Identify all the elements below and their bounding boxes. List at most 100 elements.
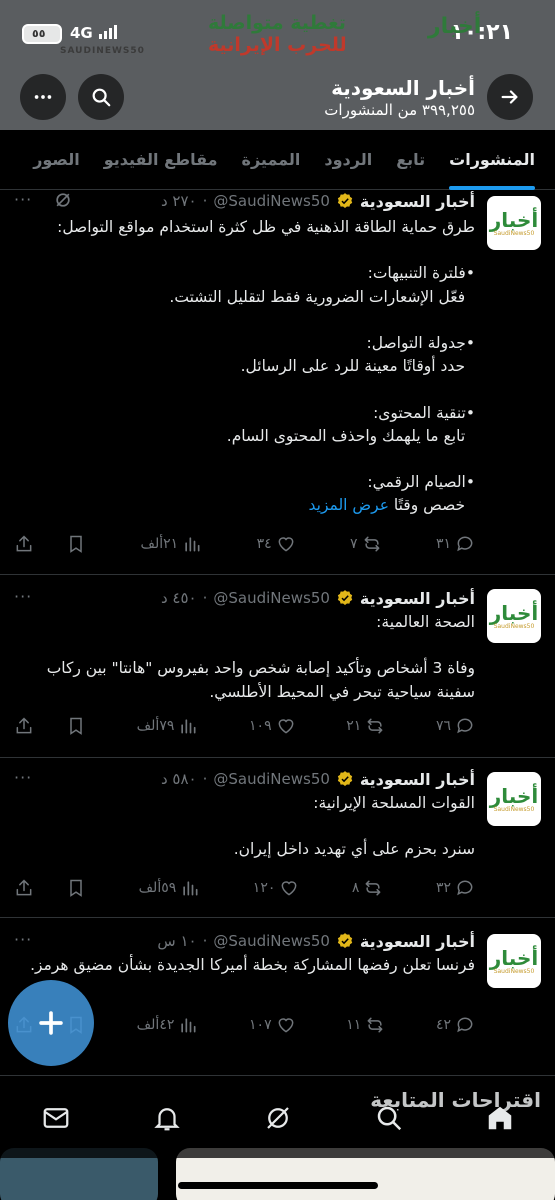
banner-brand: SAUDINEWS50: [60, 46, 145, 56]
reply-count: ٣٢: [435, 880, 451, 896]
messages-tab[interactable]: [39, 1101, 73, 1135]
post-time: ٤٥٠ د: [160, 589, 197, 607]
author-handle: @SaudiNews50: [213, 770, 330, 788]
post-actions: ٣١ ٧ ٣٤ ٢١ألف: [14, 532, 475, 556]
author-handle: @SaudiNews50: [213, 589, 330, 607]
view-count: ٥٩ألف: [138, 880, 177, 896]
more-button[interactable]: [20, 74, 66, 120]
share-button[interactable]: [14, 716, 34, 736]
post-more-icon[interactable]: ···: [14, 190, 32, 209]
post-more-icon[interactable]: ···: [14, 768, 32, 787]
post-body: فرنسا تعلن رفضها المشاركة بخطة أميركا ال…: [14, 954, 475, 977]
repost-button[interactable]: ٧: [350, 534, 382, 554]
bookmark-button[interactable]: [66, 716, 86, 736]
grok-tab[interactable]: [261, 1101, 295, 1135]
repost-count: ٢١: [346, 718, 362, 734]
signal-icon: [99, 25, 117, 39]
author-name[interactable]: أخبار السعودية: [360, 192, 475, 211]
share-button[interactable]: [14, 878, 34, 898]
share-button[interactable]: [14, 534, 34, 554]
verified-badge-icon: [337, 771, 353, 786]
banner-headline-line2: للحرب الإيرانية: [208, 34, 347, 56]
separator: ·: [202, 932, 208, 950]
like-button[interactable]: ٣٤: [257, 534, 296, 554]
author-handle: @SaudiNews50: [213, 192, 330, 210]
like-button[interactable]: ١٠٩: [249, 716, 296, 736]
post-header: أخبار السعودية @SaudiNews50 · ٢٧٠ د: [14, 190, 475, 212]
author-name[interactable]: أخبار السعودية: [360, 932, 475, 951]
compose-button[interactable]: [8, 980, 94, 1066]
post-more-icon[interactable]: ···: [14, 587, 32, 606]
avatar[interactable]: أخبار SaudiNews50: [487, 196, 541, 250]
post-text: القوات المسلحة الإيرانية: سنرد بحزم على …: [233, 794, 475, 859]
bell-icon: [153, 1108, 180, 1131]
reply-button[interactable]: ٣١: [436, 534, 475, 554]
tab-photos[interactable]: الصور: [33, 130, 80, 190]
reply-button[interactable]: ٧٦: [436, 716, 475, 736]
tab-replies[interactable]: الردود: [324, 130, 372, 190]
reply-count: ٤٢: [435, 1017, 451, 1033]
avatar-logo-text: أخبار: [489, 945, 539, 970]
tab-highlights[interactable]: المميزة: [242, 130, 301, 190]
follow-suggestions-title: اقتراحات المتابعة: [370, 1088, 541, 1112]
post-text: طرق حماية الطاقة الذهنية في ظل كثرة استخ…: [57, 218, 475, 515]
post-time: ٢٧٠ د: [160, 192, 197, 210]
author-name[interactable]: أخبار السعودية: [360, 770, 475, 789]
bookmark-icon: [70, 717, 82, 735]
separator: ·: [202, 589, 208, 607]
heart-icon: [278, 537, 294, 552]
reply-icon: [457, 536, 473, 552]
repost-button[interactable]: ٢١: [346, 716, 385, 736]
engagement-group: ٣١: [436, 534, 475, 554]
repost-button[interactable]: ١١: [346, 1015, 385, 1035]
avatar[interactable]: أخبار SaudiNews50: [487, 589, 541, 643]
reply-button[interactable]: ٤٢: [436, 1015, 475, 1035]
views-button[interactable]: ٢١ألف: [140, 534, 202, 554]
post-time: ١٠ س: [157, 932, 197, 950]
view-count: ٢١ألف: [140, 536, 179, 552]
like-count: ٣٤: [256, 536, 272, 552]
search-button[interactable]: [78, 74, 124, 120]
like-button[interactable]: ١٢٠: [253, 878, 300, 898]
show-more-link[interactable]: عرض المزيد: [309, 496, 389, 514]
like-button[interactable]: ١٠٧: [249, 1015, 296, 1035]
bookmark-button[interactable]: [66, 878, 86, 898]
tab-posts[interactable]: المنشورات: [449, 130, 535, 190]
avatar[interactable]: أخبار SaudiNews50: [487, 934, 541, 988]
views-button[interactable]: ٤٢ألف: [137, 1015, 199, 1035]
post[interactable]: أخبار SaudiNews50 أخبار السعودية @SaudiNe…: [0, 758, 555, 918]
views-button[interactable]: ٧٩ألف: [137, 716, 199, 736]
heart-icon: [278, 719, 294, 734]
post-header: أخبار السعودية @SaudiNews50 · ٥٨٠ د: [14, 768, 475, 790]
share-icon: [16, 717, 32, 734]
tab-videos[interactable]: مقاطع الفيديو: [104, 130, 218, 190]
repost-icon: [364, 536, 379, 552]
repost-count: ١١: [346, 1017, 362, 1033]
search-icon: [92, 88, 111, 107]
author-name[interactable]: أخبار السعودية: [360, 589, 475, 608]
post[interactable]: أخبار SaudiNews50 أخبار السعودية @SaudiNe…: [0, 190, 555, 575]
notifications-tab[interactable]: [150, 1101, 184, 1135]
views-button[interactable]: ٥٩ألف: [139, 878, 201, 898]
avatar[interactable]: أخبار SaudiNews50: [487, 772, 541, 826]
repost-button[interactable]: ٨: [352, 878, 384, 898]
reply-icon: [457, 1017, 473, 1033]
battery-level: ٥٥: [32, 27, 46, 40]
post-header: أخبار السعودية @SaudiNews50 · ٤٥٠ د: [14, 587, 475, 609]
profile-name: أخبار السعودية: [331, 76, 475, 100]
tab-follow[interactable]: تابع: [396, 130, 425, 190]
avatar-sub: SaudiNews50: [493, 622, 535, 630]
back-button[interactable]: [487, 74, 533, 120]
share-group: [14, 716, 86, 736]
post-more-icon[interactable]: ···: [14, 930, 32, 949]
view-count: ٤٢ألف: [136, 1017, 175, 1033]
reply-icon: [457, 880, 473, 896]
author-handle: @SaudiNews50: [213, 932, 330, 950]
post[interactable]: أخبار SaudiNews50 أخبار السعودية @SaudiNe…: [0, 575, 555, 758]
banner-headline-line1: تغطية متواصلة: [208, 12, 346, 34]
bookmark-button[interactable]: [66, 534, 86, 554]
reply-button[interactable]: ٣٢: [436, 878, 475, 898]
reply-count: ٧٦: [435, 718, 451, 734]
grok-icon[interactable]: [52, 190, 74, 210]
reply-icon: [457, 718, 473, 734]
